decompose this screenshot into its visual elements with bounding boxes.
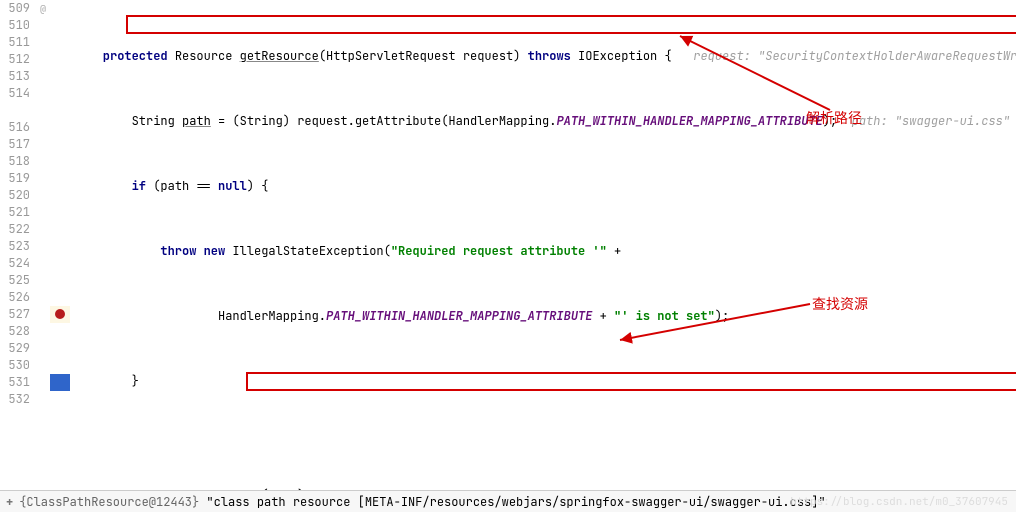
deco-cell — [36, 340, 50, 357]
breakpoint-cell[interactable] — [50, 187, 70, 204]
line-number: 517 — [0, 136, 30, 153]
deco-cell — [36, 391, 50, 408]
watermark: https://blog.csdn.net/m0_37607945 — [790, 495, 1008, 509]
breakpoint-cell[interactable] — [50, 17, 70, 34]
line-number: 523 — [0, 238, 30, 255]
line-number-gutter: 5095105115125135145165175185195205215225… — [0, 0, 36, 490]
breakpoint-cell[interactable] — [50, 170, 70, 187]
code-editor[interactable]: 5095105115125135145165175185195205215225… — [0, 0, 1016, 490]
deco-cell — [36, 204, 50, 221]
breakpoint-cell[interactable] — [50, 85, 70, 102]
deco-cell — [36, 51, 50, 68]
breakpoint-cell[interactable] — [50, 238, 70, 255]
line-number: 527 — [0, 306, 30, 323]
deco-cell — [36, 17, 50, 34]
breakpoint-icon[interactable] — [55, 309, 65, 319]
line-number: 524 — [0, 255, 30, 272]
line-number: 522 — [0, 221, 30, 238]
eval-value: "class path resource [META-INF/resources… — [206, 491, 825, 513]
line-number: 510 — [0, 17, 30, 34]
code-line[interactable]: if (path == null) { — [70, 178, 1016, 195]
code-line[interactable]: HandlerMapping.PATH_WITHIN_HANDLER_MAPPI… — [70, 308, 1016, 325]
breakpoint-cell[interactable] — [50, 34, 70, 51]
breakpoint-cell[interactable] — [50, 136, 70, 153]
line-number: 513 — [0, 68, 30, 85]
deco-cell — [36, 85, 50, 102]
breakpoint-column[interactable] — [50, 0, 70, 490]
breakpoint-cell[interactable] — [50, 102, 70, 119]
line-number: 521 — [0, 204, 30, 221]
line-number: 509 — [0, 0, 30, 17]
code-line[interactable]: } — [70, 373, 1016, 390]
breakpoint-cell[interactable] — [50, 119, 70, 136]
breakpoint-cell[interactable] — [50, 68, 70, 85]
line-number: 514 — [0, 85, 30, 102]
deco-cell — [36, 187, 50, 204]
breakpoint-cell[interactable] — [50, 306, 70, 323]
breakpoint-cell[interactable] — [50, 204, 70, 221]
deco-cell — [36, 238, 50, 255]
breakpoint-cell[interactable] — [50, 51, 70, 68]
deco-cell — [36, 255, 50, 272]
code-line[interactable]: String path = (String) request.getAttrib… — [70, 113, 1016, 130]
line-number: 525 — [0, 272, 30, 289]
eval-object: {ClassPathResource@12443} — [19, 491, 199, 513]
deco-cell: @ — [36, 0, 50, 17]
line-number: 526 — [0, 289, 30, 306]
code-area[interactable]: protected Resource getResource(HttpServl… — [70, 0, 1016, 490]
line-number: 528 — [0, 323, 30, 340]
deco-cell — [36, 323, 50, 340]
breakpoint-cell[interactable] — [50, 323, 70, 340]
line-number: 519 — [0, 170, 30, 187]
code-line[interactable]: protected Resource getResource(HttpServl… — [70, 48, 1016, 65]
plus-icon[interactable]: + — [6, 491, 13, 513]
deco-cell — [36, 153, 50, 170]
line-number: 516 — [0, 119, 30, 136]
line-number: 511 — [0, 34, 30, 51]
deco-cell — [36, 272, 50, 289]
line-number: 531 — [0, 374, 30, 391]
code-line[interactable] — [70, 422, 1016, 439]
deco-column: @ — [36, 0, 50, 490]
deco-cell — [36, 136, 50, 153]
breakpoint-cell[interactable] — [50, 272, 70, 289]
deco-cell — [36, 170, 50, 187]
highlight-box — [126, 15, 1016, 34]
breakpoint-cell[interactable] — [50, 153, 70, 170]
line-number — [0, 102, 30, 119]
deco-cell — [36, 357, 50, 374]
deco-cell — [36, 34, 50, 51]
arrow-icon — [670, 30, 850, 120]
breakpoint-cell[interactable] — [50, 357, 70, 374]
breakpoint-cell[interactable] — [50, 289, 70, 306]
deco-cell — [36, 374, 50, 391]
code-line[interactable]: path = processPath(path); — [70, 487, 1016, 490]
deco-cell — [36, 289, 50, 306]
breakpoint-cell[interactable] — [50, 374, 70, 391]
deco-cell — [36, 119, 50, 136]
deco-cell — [36, 102, 50, 119]
line-number: 512 — [0, 51, 30, 68]
breakpoint-cell[interactable] — [50, 221, 70, 238]
code-line[interactable]: throw new IllegalStateException("Require… — [70, 243, 1016, 260]
breakpoint-cell[interactable] — [50, 0, 70, 17]
deco-cell — [36, 68, 50, 85]
breakpoint-cell[interactable] — [50, 391, 70, 408]
line-number: 529 — [0, 340, 30, 357]
line-number: 530 — [0, 357, 30, 374]
deco-cell — [36, 306, 50, 323]
line-number: 520 — [0, 187, 30, 204]
line-number: 532 — [0, 391, 30, 408]
breakpoint-cell[interactable] — [50, 255, 70, 272]
breakpoint-cell[interactable] — [50, 340, 70, 357]
line-number: 518 — [0, 153, 30, 170]
deco-cell — [36, 221, 50, 238]
